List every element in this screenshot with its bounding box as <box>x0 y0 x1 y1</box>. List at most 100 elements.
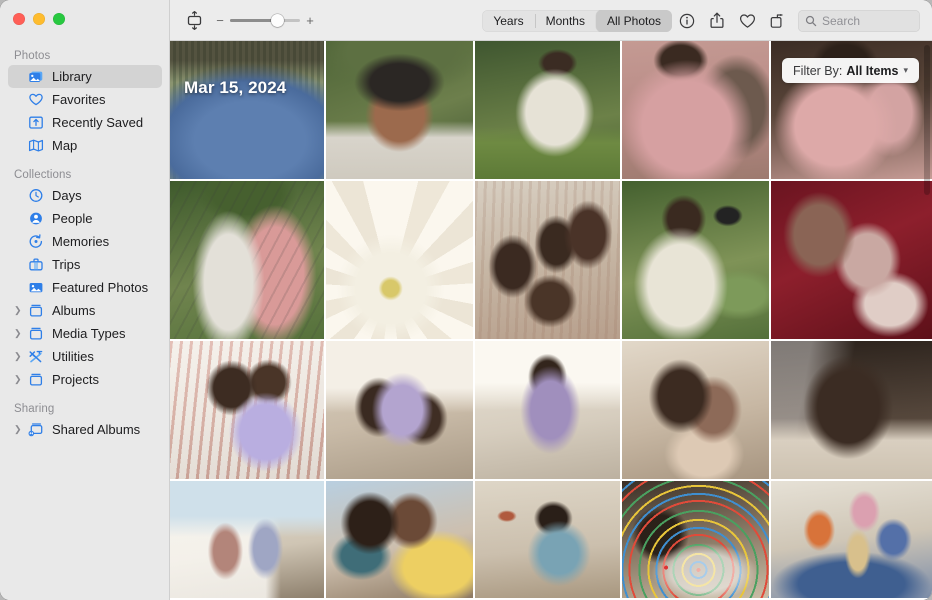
photo-thumbnail[interactable] <box>622 181 769 339</box>
favorite-heart-icon[interactable] <box>732 8 762 34</box>
sidebar-item-label: Featured Photos <box>52 280 149 295</box>
sidebar-item-label: Utilities <box>52 349 94 364</box>
zoom-button[interactable] <box>53 13 65 25</box>
photo-thumbnail[interactable] <box>475 341 620 479</box>
tab-months[interactable]: Months <box>534 10 596 32</box>
photo-image <box>326 41 473 179</box>
photo-image <box>622 341 769 479</box>
vertical-scrollbar[interactable] <box>924 45 930 195</box>
sidebar-item-label: Days <box>52 188 82 203</box>
library-icon <box>26 69 45 85</box>
sidebar-section-collections: Collections❯Days❯People❯Memories❯Trips❯F… <box>0 169 170 391</box>
recently-saved-icon <box>26 115 45 131</box>
sidebar-item-recently-saved[interactable]: ❯Recently Saved <box>8 111 162 134</box>
albums-icon <box>26 303 45 319</box>
media-types-icon <box>26 326 45 342</box>
sidebar-section-header: Collections <box>14 169 72 181</box>
view-mode-segmented-control[interactable]: Years Months All Photos <box>482 9 672 32</box>
sidebar-item-utilities[interactable]: ❯ Utilities <box>8 345 162 368</box>
sidebar-item-label: Memories <box>52 234 110 249</box>
photo-thumbnail[interactable] <box>326 41 473 179</box>
sidebar-item-label: People <box>52 211 93 226</box>
photo-thumbnail[interactable] <box>170 41 324 179</box>
sidebar-item-shared-albums[interactable]: ❯ Shared Albums <box>8 418 162 441</box>
photo-thumbnail[interactable] <box>326 181 473 339</box>
sidebar-item-albums[interactable]: ❯ Albums <box>8 299 162 322</box>
chevron-right-icon[interactable]: ❯ <box>14 375 25 384</box>
sidebar-section-sharing: Sharing ❯ Shared Albums <box>0 403 170 441</box>
photo-image <box>475 41 620 179</box>
photo-grid <box>170 41 932 600</box>
photo-thumbnail[interactable] <box>771 341 932 479</box>
photo-image <box>475 481 620 598</box>
photo-thumbnail[interactable] <box>170 341 324 479</box>
rotate-icon[interactable] <box>762 8 792 34</box>
chevron-right-icon[interactable]: ❯ <box>14 425 25 434</box>
tab-years[interactable]: Years <box>482 10 534 32</box>
zoom-slider-control[interactable]: − + <box>216 13 314 27</box>
shared-albums-icon <box>26 422 45 438</box>
photos-window: Photos❯Library❯Favorites❯Recently Saved❯… <box>0 0 932 600</box>
sidebar-item-label: Projects <box>52 372 99 387</box>
zoom-slider[interactable] <box>230 13 300 27</box>
sidebar-item-map[interactable]: ❯Map <box>8 134 162 157</box>
sidebar-item-people[interactable]: ❯People <box>8 207 162 230</box>
traffic-lights <box>13 13 65 25</box>
sidebar-item-memories[interactable]: ❯Memories <box>8 230 162 253</box>
photo-thumbnail[interactable] <box>326 341 473 479</box>
photo-image <box>475 181 620 339</box>
close-button[interactable] <box>13 13 25 25</box>
info-icon[interactable] <box>672 8 702 34</box>
zoom-out-label[interactable]: − <box>216 14 224 27</box>
sidebar-item-label: Albums <box>52 303 96 318</box>
chevron-right-icon[interactable]: ❯ <box>14 352 25 361</box>
sidebar-item-label: Map <box>52 138 78 153</box>
chevron-right-icon[interactable]: ❯ <box>14 329 25 338</box>
filter-by-value: All Items <box>846 63 899 78</box>
photo-thumbnail[interactable] <box>326 481 473 598</box>
photo-grid-area[interactable]: Mar 15, 2024 Filter By: All Items ▾ <box>170 41 932 600</box>
sidebar-item-label: Favorites <box>52 92 106 107</box>
sidebar-item-library[interactable]: ❯Library <box>8 65 162 88</box>
sidebar-item-trips[interactable]: ❯Trips <box>8 253 162 276</box>
toolbar: − + Years Months All Photos Search <box>170 0 932 41</box>
photo-thumbnail[interactable] <box>622 341 769 479</box>
sidebar-item-label: Trips <box>52 257 81 272</box>
zoom-in-label[interactable]: + <box>306 14 314 27</box>
sidebar-item-label: Shared Albums <box>52 422 141 437</box>
photo-image <box>622 181 769 339</box>
photo-thumbnail[interactable] <box>622 481 769 598</box>
sidebar-item-media-types[interactable]: ❯ Media Types <box>8 322 162 345</box>
view-options-icon[interactable] <box>181 9 207 31</box>
photo-image <box>475 341 620 479</box>
filter-by-dropdown[interactable]: Filter By: All Items ▾ <box>782 58 919 83</box>
minimize-button[interactable] <box>33 13 45 25</box>
filter-by-label: Filter By: <box>793 63 843 78</box>
share-icon[interactable] <box>702 8 732 34</box>
photo-thumbnail[interactable] <box>170 181 324 339</box>
projects-icon <box>26 372 45 388</box>
photo-thumbnail[interactable] <box>475 181 620 339</box>
search-icon <box>805 15 817 26</box>
chevron-right-icon[interactable]: ❯ <box>14 306 25 315</box>
tab-all-photos[interactable]: All Photos <box>595 9 672 32</box>
sidebar-item-featured-photos[interactable]: ❯Featured Photos <box>8 276 162 299</box>
sidebar-item-projects[interactable]: ❯ Projects <box>8 368 162 391</box>
photo-thumbnail[interactable] <box>771 181 932 339</box>
clock-icon <box>26 188 45 204</box>
photo-thumbnail[interactable] <box>475 481 620 598</box>
photo-image <box>771 341 932 479</box>
person-icon <box>26 211 45 227</box>
photo-thumbnail[interactable] <box>475 41 620 179</box>
sidebar: Photos❯Library❯Favorites❯Recently Saved❯… <box>0 0 170 600</box>
photo-image <box>622 481 769 598</box>
slider-thumb[interactable] <box>271 13 285 27</box>
photo-thumbnail[interactable] <box>771 481 932 598</box>
photo-image <box>170 181 324 339</box>
sidebar-item-days[interactable]: ❯Days <box>8 184 162 207</box>
photo-thumbnail[interactable] <box>622 41 769 179</box>
photo-thumbnail[interactable] <box>170 481 324 598</box>
memories-icon <box>26 234 45 250</box>
sidebar-item-favorites[interactable]: ❯Favorites <box>8 88 162 111</box>
search-input[interactable]: Search <box>798 9 920 32</box>
